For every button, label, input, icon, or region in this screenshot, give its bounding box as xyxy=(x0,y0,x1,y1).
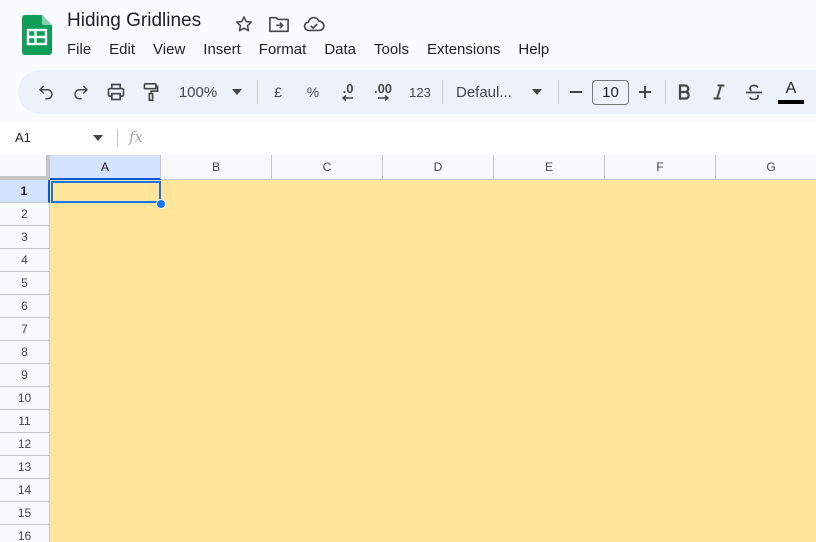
active-cell-a1[interactable] xyxy=(51,181,161,203)
italic-icon[interactable] xyxy=(709,70,729,114)
column-header-a[interactable]: A xyxy=(50,155,161,180)
toolbar-divider xyxy=(558,80,559,104)
sheets-logo-icon[interactable] xyxy=(22,15,52,55)
toolbar-divider xyxy=(442,80,443,104)
bold-icon[interactable] xyxy=(675,70,695,114)
column-header-f[interactable]: F xyxy=(605,155,716,180)
zoom-select[interactable]: 100% xyxy=(176,70,220,114)
name-box[interactable]: A1 xyxy=(15,130,31,145)
menu-data[interactable]: Data xyxy=(315,40,365,60)
menu-insert[interactable]: Insert xyxy=(194,40,250,60)
document-title[interactable]: Hiding Gridlines xyxy=(67,10,201,32)
row-header-11[interactable]: 11 xyxy=(0,410,50,433)
row-header-10[interactable]: 10 xyxy=(0,387,50,410)
column-header-g[interactable]: G xyxy=(716,155,816,180)
more-formats-button[interactable]: 123 xyxy=(405,70,435,114)
menu-bar: File Edit View Insert Format Data Tools … xyxy=(58,40,558,60)
column-header-b[interactable]: B xyxy=(161,155,272,180)
redo-icon[interactable] xyxy=(69,70,93,114)
text-color-swatch xyxy=(778,99,804,104)
row-header-9[interactable]: 9 xyxy=(0,364,50,387)
minus-icon[interactable] xyxy=(566,70,586,114)
move-to-folder-icon[interactable] xyxy=(267,12,291,36)
select-all-corner[interactable] xyxy=(0,155,50,180)
row-header-16[interactable]: 16 xyxy=(0,525,50,542)
toolbar-divider xyxy=(665,80,666,104)
fx-icon: fx xyxy=(129,128,144,146)
row-header-4[interactable]: 4 xyxy=(0,249,50,272)
print-icon[interactable] xyxy=(104,70,128,114)
menu-view[interactable]: View xyxy=(144,40,194,60)
chevron-down-icon[interactable] xyxy=(93,135,103,141)
chevron-down-icon[interactable] xyxy=(230,70,244,114)
row-header-3[interactable]: 3 xyxy=(0,226,50,249)
undo-icon[interactable] xyxy=(34,70,58,114)
row-header-1[interactable]: 1 xyxy=(0,180,50,203)
row-header-7[interactable]: 7 xyxy=(0,318,50,341)
currency-format-button[interactable]: £ xyxy=(268,70,288,114)
font-family-select[interactable]: Defaul... xyxy=(456,70,520,114)
percent-format-button[interactable]: % xyxy=(303,70,323,114)
menu-tools[interactable]: Tools xyxy=(365,40,418,60)
increase-decimal-button[interactable]: .00 xyxy=(370,70,396,114)
menu-help[interactable]: Help xyxy=(509,40,558,60)
toolbar: 100% £ % .0 .00 123 Defaul... 10 A xyxy=(18,70,816,114)
star-icon[interactable] xyxy=(232,12,256,36)
menu-extensions[interactable]: Extensions xyxy=(418,40,509,60)
row-header-13[interactable]: 13 xyxy=(0,456,50,479)
menu-edit[interactable]: Edit xyxy=(100,40,144,60)
font-size-input[interactable]: 10 xyxy=(592,80,629,105)
row-header-15[interactable]: 15 xyxy=(0,502,50,525)
column-header-d[interactable]: D xyxy=(383,155,494,180)
row-header-12[interactable]: 12 xyxy=(0,433,50,456)
arrow-left-icon xyxy=(341,95,353,101)
column-header-e[interactable]: E xyxy=(494,155,605,180)
cloud-saved-icon[interactable] xyxy=(302,12,326,36)
strikethrough-icon[interactable] xyxy=(743,70,765,114)
text-color-icon[interactable]: A xyxy=(777,70,805,114)
row-header-8[interactable]: 8 xyxy=(0,341,50,364)
row-header-2[interactable]: 2 xyxy=(0,203,50,226)
column-header-c[interactable]: C xyxy=(272,155,383,180)
app-header: Hiding Gridlines File Edit View Insert F… xyxy=(0,0,816,68)
fill-handle[interactable] xyxy=(156,199,166,209)
row-header-6[interactable]: 6 xyxy=(0,295,50,318)
formula-bar-divider xyxy=(117,129,118,147)
toolbar-divider xyxy=(257,80,258,104)
cell-area[interactable] xyxy=(50,180,816,542)
plus-icon[interactable] xyxy=(635,70,655,114)
chevron-down-icon[interactable] xyxy=(530,70,544,114)
formula-bar: A1 fx xyxy=(0,122,816,154)
arrow-right-icon xyxy=(378,95,390,101)
row-header-5[interactable]: 5 xyxy=(0,272,50,295)
paint-format-icon[interactable] xyxy=(139,70,163,114)
decrease-decimal-button[interactable]: .0 xyxy=(336,70,360,114)
row-header-14[interactable]: 14 xyxy=(0,479,50,502)
menu-format[interactable]: Format xyxy=(250,40,316,60)
menu-file[interactable]: File xyxy=(58,40,100,60)
